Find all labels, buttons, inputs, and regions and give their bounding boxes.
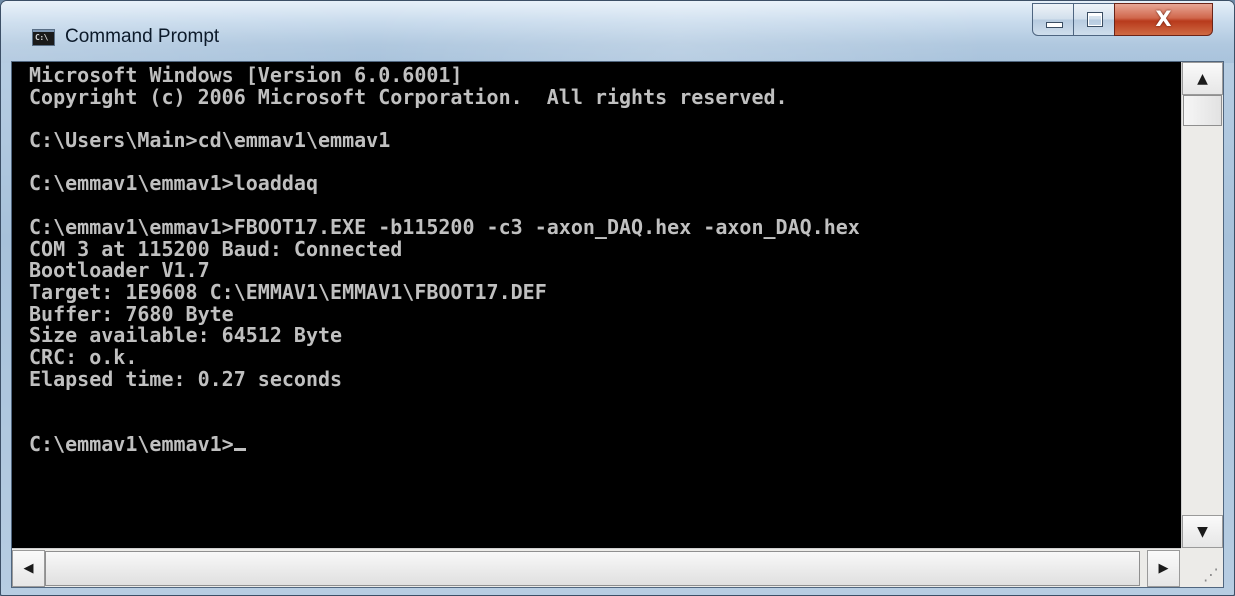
console-app-icon[interactable]: C:\ [32, 29, 55, 46]
minimize-button[interactable] [1032, 3, 1074, 36]
console-line: C:\emmav1\emmav1>loaddaq [29, 171, 318, 196]
minimize-icon [1046, 22, 1063, 28]
maximize-icon [1087, 12, 1103, 27]
icon-glyph: C:\ [35, 33, 48, 42]
window-controls: X [1032, 3, 1216, 37]
close-icon: X [1155, 7, 1172, 31]
console-line: C:\emmav1\emmav1>FBOOT17.EXE -b115200 -c… [29, 214, 860, 239]
vertical-scrollbar[interactable]: ▲ ▼ [1181, 62, 1223, 548]
close-button[interactable]: X [1114, 3, 1213, 36]
scroll-right-button[interactable]: ▶ [1147, 550, 1180, 587]
console-line: Microsoft Windows [Version 6.0.6001] [29, 63, 463, 87]
scroll-left-button[interactable]: ◀ [12, 550, 45, 587]
horizontal-scrollbar[interactable]: ◀ ▶ [12, 548, 1181, 587]
console-line: Size available: 64512 Byte [29, 323, 343, 348]
window-title: Command Prompt [65, 26, 220, 47]
console-line: Copyright (c) 2006 Microsoft Corporation… [29, 84, 788, 109]
console-line: COM 3 at 115200 Baud: Connected [29, 236, 403, 261]
console-line: Target: 1E9608 C:\EMMAV1\EMMAV1\FBOOT17.… [29, 279, 547, 304]
scroll-up-button[interactable]: ▲ [1182, 62, 1223, 95]
console-line: Bootloader V1.7 [29, 258, 210, 283]
resize-grip-icon: ⋰ [1203, 565, 1219, 584]
icon-title-strip [33, 30, 54, 32]
vertical-scroll-thumb[interactable] [1183, 95, 1222, 126]
console-line: C:\Users\Main>cd\emmav1\emmav1 [29, 128, 391, 153]
console-line: Buffer: 7680 Byte [29, 301, 234, 326]
maximize-button[interactable] [1073, 3, 1115, 36]
text-cursor [233, 447, 246, 451]
resize-grip[interactable]: ⋰ [1181, 548, 1223, 587]
console-text: Microsoft Windows [Version 6.0.6001] Copy… [29, 63, 860, 456]
title-bar[interactable]: C:\ Command Prompt X [1, 1, 1234, 63]
console-line: CRC: o.k. [29, 344, 138, 369]
console-line: C:\emmav1\emmav1> [29, 433, 860, 456]
scroll-down-button[interactable]: ▼ [1182, 515, 1223, 548]
client-area: Microsoft Windows [Version 6.0.6001] Copy… [11, 61, 1224, 588]
console-output[interactable]: Microsoft Windows [Version 6.0.6001] Copy… [12, 62, 1181, 548]
horizontal-scroll-thumb[interactable] [45, 551, 1140, 586]
command-prompt-window: C:\ Command Prompt X Microsoft Windows [… [0, 0, 1235, 596]
console-line: Elapsed time: 0.27 seconds [29, 366, 343, 391]
